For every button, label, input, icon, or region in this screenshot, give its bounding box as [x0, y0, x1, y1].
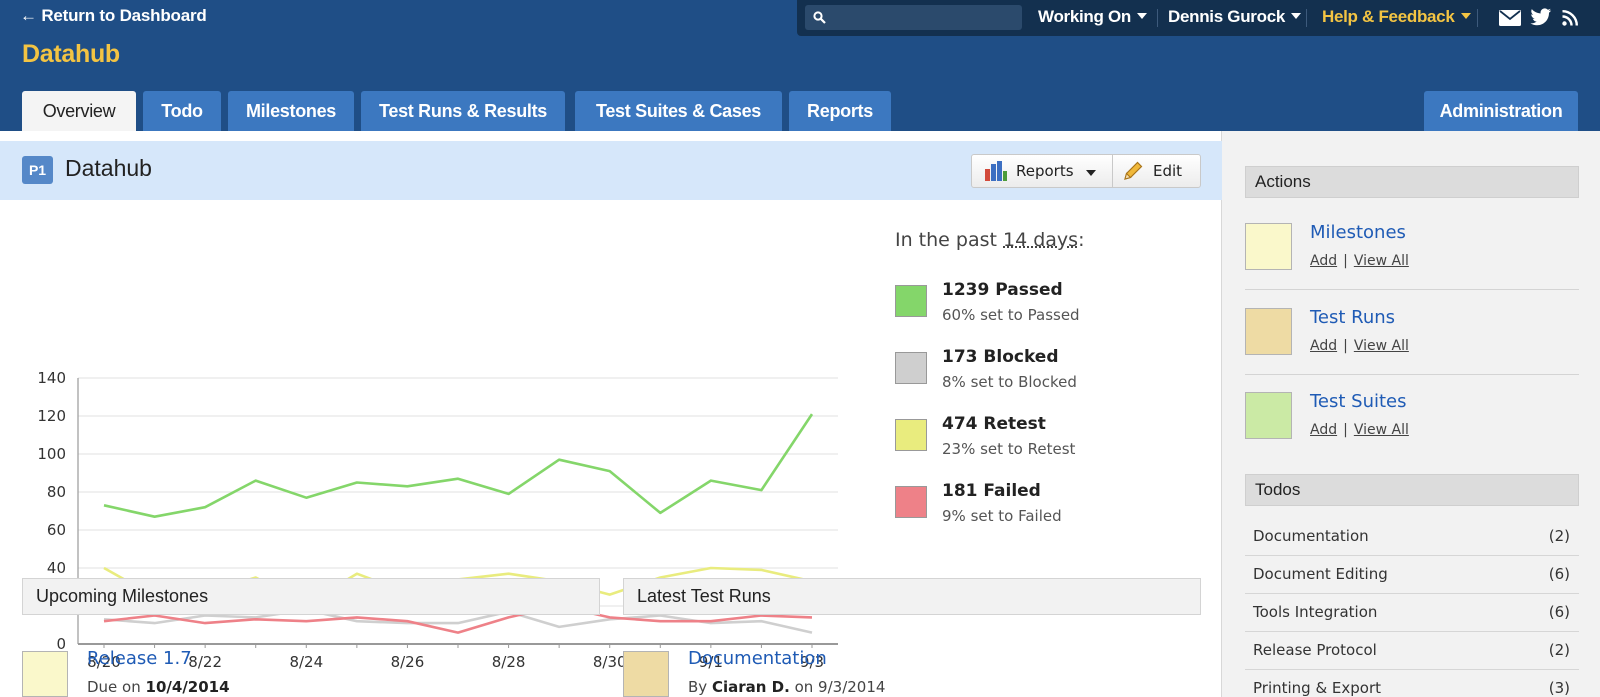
user-menu[interactable]: Dennis Gurock: [1168, 7, 1302, 27]
test-run-meta: By Ciaran D. on 9/3/2014: [688, 678, 886, 696]
view-all-test-suites-link[interactable]: View All: [1354, 422, 1409, 438]
test-suites-action-links: Add | View All: [1310, 422, 1409, 438]
test-runs-action-links: Add | View All: [1310, 338, 1409, 354]
reports-button[interactable]: Reports: [984, 155, 1110, 187]
test-run-swatch: [623, 651, 669, 697]
search-input[interactable]: [805, 5, 1022, 30]
chevron-down-icon: [1137, 12, 1148, 19]
todo-row[interactable]: Tools Integration (6): [1245, 594, 1579, 632]
divider: [1245, 289, 1579, 290]
y-tick-label: 120: [37, 407, 66, 425]
search-icon: [813, 11, 826, 24]
legend-swatch: [895, 419, 927, 451]
app-header: ← Return to Dashboard Datahub Working On…: [0, 0, 1600, 131]
legend-desc: 60% set to Passed: [942, 306, 1080, 324]
period-link[interactable]: 14 days: [1003, 229, 1078, 251]
todos-heading: Todos: [1245, 474, 1579, 506]
project-badge: P1: [22, 156, 53, 184]
legend-count: 173 Blocked: [942, 347, 1059, 367]
working-on-menu[interactable]: Working On: [1038, 7, 1148, 27]
legend-swatch: [895, 285, 927, 317]
latest-test-runs-heading: Latest Test Runs: [623, 578, 1201, 615]
x-tick-label: 8/24: [289, 653, 323, 671]
legend-count: 1239 Passed: [942, 280, 1063, 300]
milestone-link[interactable]: Release 1.7: [87, 648, 192, 669]
tab-administration[interactable]: Administration: [1424, 91, 1578, 131]
page-header: P1 Datahub Reports Edit: [0, 141, 1222, 200]
divider: [1306, 9, 1307, 27]
edit-button[interactable]: Edit: [1122, 155, 1202, 187]
top-bar: Working On Dennis Gurock Help & Feedback: [797, 0, 1600, 36]
test-runs-swatch: [1245, 308, 1292, 355]
milestones-action-links: Add | View All: [1310, 253, 1409, 269]
test-suites-swatch: [1245, 392, 1292, 439]
y-tick-label: 40: [47, 559, 66, 577]
test-runs-action-link[interactable]: Test Runs: [1310, 307, 1395, 328]
y-tick-label: 80: [47, 483, 66, 501]
todo-row[interactable]: Release Protocol (2): [1245, 632, 1579, 670]
bar-chart-icon: [985, 161, 1007, 181]
tab-milestones[interactable]: Milestones: [228, 91, 354, 131]
y-tick-label: 140: [37, 369, 66, 387]
actions-heading: Actions: [1245, 166, 1579, 198]
add-milestone-link[interactable]: Add: [1310, 253, 1337, 269]
x-tick-label: 8/22: [188, 653, 222, 671]
milestones-action-link[interactable]: Milestones: [1310, 222, 1406, 243]
y-tick-label: 100: [37, 445, 66, 463]
legend-desc: 8% set to Blocked: [942, 373, 1077, 391]
tab-overview[interactable]: Overview: [22, 91, 136, 131]
mail-icon[interactable]: [1499, 10, 1521, 26]
activity-line-chart: 0204060801001201408/208/228/248/268/288/…: [37, 369, 838, 671]
legend-count: 181 Failed: [942, 481, 1041, 501]
chevron-down-icon: [1291, 12, 1302, 19]
x-tick-label: 8/28: [492, 653, 526, 671]
add-test-suite-link[interactable]: Add: [1310, 422, 1337, 438]
y-tick-label: 60: [47, 521, 66, 539]
view-all-test-runs-link[interactable]: View All: [1354, 338, 1409, 354]
milestone-due: Due on 10/4/2014: [87, 678, 230, 696]
test-run-link[interactable]: Documentation: [688, 648, 827, 669]
legend-count: 474 Retest: [942, 414, 1046, 434]
milestones-swatch: [1245, 223, 1292, 270]
tab-test-suites-cases[interactable]: Test Suites & Cases: [575, 91, 782, 131]
todo-row[interactable]: Document Editing (6): [1245, 556, 1579, 594]
legend-title: In the past 14 days:: [895, 229, 1085, 251]
tab-todo[interactable]: Todo: [143, 91, 221, 131]
project-brand-title[interactable]: Datahub: [22, 40, 120, 69]
divider: [1112, 155, 1113, 187]
todo-row[interactable]: Printing & Export (3): [1245, 670, 1579, 697]
divider: [1477, 9, 1478, 27]
view-all-milestones-link[interactable]: View All: [1354, 253, 1409, 269]
add-test-run-link[interactable]: Add: [1310, 338, 1337, 354]
help-feedback-menu[interactable]: Help & Feedback: [1322, 7, 1471, 27]
milestone-swatch: [22, 651, 68, 697]
chevron-down-icon: [1086, 170, 1096, 176]
upcoming-milestones-heading: Upcoming Milestones: [22, 578, 600, 615]
twitter-icon[interactable]: [1530, 8, 1552, 27]
legend-swatch: [895, 486, 927, 518]
x-tick-label: 8/30: [593, 653, 627, 671]
legend-swatch: [895, 352, 927, 384]
tab-test-runs-results[interactable]: Test Runs & Results: [361, 91, 565, 131]
rss-icon[interactable]: [1562, 10, 1578, 26]
pencil-icon: [1124, 161, 1143, 180]
divider: [1245, 374, 1579, 375]
tab-reports[interactable]: Reports: [789, 91, 891, 131]
legend-desc: 23% set to Retest: [942, 440, 1076, 458]
page-actions: Reports Edit: [971, 154, 1201, 188]
test-suites-action-link[interactable]: Test Suites: [1310, 391, 1407, 412]
chevron-down-icon: [1460, 12, 1471, 19]
divider: [1157, 9, 1158, 27]
x-tick-label: 8/26: [391, 653, 425, 671]
series-line-passed: [103, 413, 814, 519]
return-to-dashboard-link[interactable]: ← Return to Dashboard: [20, 6, 207, 26]
todo-row[interactable]: Documentation (2): [1245, 518, 1579, 556]
legend-desc: 9% set to Failed: [942, 507, 1062, 525]
page-title: Datahub: [65, 155, 152, 181]
